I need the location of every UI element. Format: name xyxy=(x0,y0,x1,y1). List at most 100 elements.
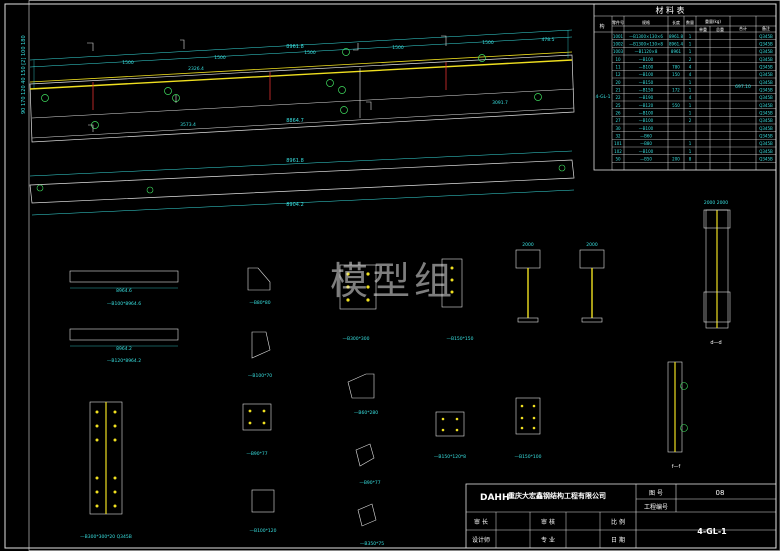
th-sub-1: 总重 xyxy=(716,26,724,32)
inner-dim-0: 2326.4 xyxy=(188,66,204,72)
part-i-label: —B90*77 xyxy=(359,480,380,486)
plate2-label: —B120*8964.2 xyxy=(107,358,141,364)
th-4: 数量 xyxy=(686,19,694,25)
table-cell: —B190 xyxy=(639,95,654,100)
table-cell: —B120 xyxy=(639,103,654,108)
table-cell: 26 xyxy=(615,110,621,115)
bottom-plate: 8961.8 8904.2 xyxy=(29,150,575,216)
table-cell: Q345B xyxy=(759,103,773,108)
plate1-dim: 8964.6 xyxy=(116,288,132,294)
part-j-label: —B350*75 xyxy=(360,541,384,547)
table-cell: Q345B xyxy=(759,95,773,100)
table-cell: 1 xyxy=(689,41,692,46)
col2-dim: 2000 xyxy=(586,242,598,248)
table-cell: 1 xyxy=(689,80,692,85)
tb-r2-0: 审 长 xyxy=(474,518,488,526)
material-table: 材 料 表 构 零件号 规格 长度 数量 重量(kg) 合计 备注 单重 总重 … xyxy=(593,3,777,171)
table-cell: 550 xyxy=(672,103,680,108)
drawing-no: 08 xyxy=(716,489,725,497)
plate2-dim: 8964.2 xyxy=(116,346,132,352)
table-cell: 50 xyxy=(615,156,621,161)
table-cell: 101 xyxy=(614,141,622,146)
table-cell: 4 xyxy=(689,72,692,77)
tb-r3-0: 设计师 xyxy=(472,536,490,544)
table-cell: 1002 xyxy=(613,41,624,46)
part-c-label: —B300*300 xyxy=(342,336,369,342)
table-cell: 1 xyxy=(689,110,692,115)
table-cell: 2 xyxy=(689,57,692,62)
table-cell: 172 xyxy=(672,87,680,92)
table-cell: —B150 xyxy=(639,87,654,92)
table-cell: —B1300×130×8 xyxy=(629,41,663,46)
section-dd-label: d—d xyxy=(710,340,721,346)
part-g-label: —B100*120 xyxy=(249,528,276,534)
table-cell: —B60 xyxy=(640,133,652,138)
part-e-label: —B300*300*20 Q345B xyxy=(80,534,132,540)
table-cell: Q345B xyxy=(759,156,773,161)
table-cell: Q345B xyxy=(759,64,773,69)
table-cell: 25 xyxy=(615,103,621,108)
table-cell: —B50 xyxy=(640,156,652,161)
beam-top-dim: 8961.8 xyxy=(286,44,304,50)
drawing-no-label: 图 号 xyxy=(649,490,663,497)
table-cell: 1001 xyxy=(613,34,624,39)
table-cell: 8961.8 xyxy=(669,34,683,39)
table-cell: Q345B xyxy=(759,141,773,146)
table-cell: 1003 xyxy=(613,49,624,54)
beam-left-dims: 90 170 120 40 150 [2] 100 180 xyxy=(21,35,27,114)
part-h-label: —B60*280 xyxy=(354,410,378,416)
tb-r2-1: 审 核 xyxy=(541,518,555,526)
sub-dim-2: 1500 xyxy=(304,50,316,56)
table-cell: 4 xyxy=(689,95,692,100)
table-cell: 1 xyxy=(689,141,692,146)
table-cell: Q345B xyxy=(759,80,773,85)
inner-dim-2: 3091.7 xyxy=(492,100,508,106)
table-cell: —B100 xyxy=(639,110,654,115)
member-id: 4-GL-1 xyxy=(697,527,727,536)
table-cell: Q345B xyxy=(759,133,773,138)
sub-dim-3: 1500 xyxy=(392,45,404,51)
table-cell: Q345B xyxy=(759,87,773,92)
inner-dim-1: 3573.4 xyxy=(180,122,196,128)
table-cell: —B100 xyxy=(639,57,654,62)
th-1: 零件号 xyxy=(612,19,624,25)
table-cell: 150 xyxy=(672,72,680,77)
table-cell: Q345B xyxy=(759,41,773,46)
table-cell: —B1300×130×6 xyxy=(629,34,663,39)
table-cell: 4 xyxy=(689,64,692,69)
table-cell: 30 xyxy=(615,126,621,131)
th-6: 合计 xyxy=(739,25,747,31)
table-cell: 1 xyxy=(689,87,692,92)
table-cell: 8961.4 xyxy=(669,41,683,46)
th-7: 备注 xyxy=(762,25,770,31)
plate-dim-bottom: 8904.2 xyxy=(286,202,304,208)
watermark-text: 模型组 xyxy=(330,259,457,303)
table-cell: —B100 xyxy=(639,126,654,131)
sub-dim-4: 1500 xyxy=(482,40,494,46)
table-cell: —B100 xyxy=(639,72,654,77)
table-cell: 2 xyxy=(689,118,692,123)
beam-bottom-dim: 8864.7 xyxy=(286,118,304,124)
part-f-label: —B90*77 xyxy=(246,451,267,457)
table-cell: 780 xyxy=(672,64,680,69)
table-cell: —B100 xyxy=(639,118,654,123)
th-5: 重量(kg) xyxy=(705,18,721,24)
company-logo: DAHH xyxy=(480,493,510,503)
table-cell: 12 xyxy=(615,72,621,77)
part-b-label: —B100*70 xyxy=(248,373,272,379)
table-title: 材 料 表 xyxy=(655,5,684,15)
part-a-label: —B80*80 xyxy=(249,300,270,306)
tb-r2-2: 比 例 xyxy=(611,518,625,526)
table-cell: Q345B xyxy=(759,149,773,154)
table-total: 697.10 xyxy=(735,84,751,90)
th-2: 规格 xyxy=(642,19,650,25)
table-cell: Q345B xyxy=(759,110,773,115)
part-l-label: —B150*100 xyxy=(514,454,541,460)
table-cell: 8961 xyxy=(671,49,682,54)
th-0: 构 xyxy=(599,23,604,30)
sub-dim-1: 1500 xyxy=(214,55,226,61)
table-cell: 1 xyxy=(689,103,692,108)
flat-plates: 8964.6 —B100*8964.6 8964.2 —B120*8964.2 xyxy=(69,270,179,364)
section-ff-label: f—f xyxy=(672,464,681,470)
sub-dim-0: 1500 xyxy=(122,60,134,66)
